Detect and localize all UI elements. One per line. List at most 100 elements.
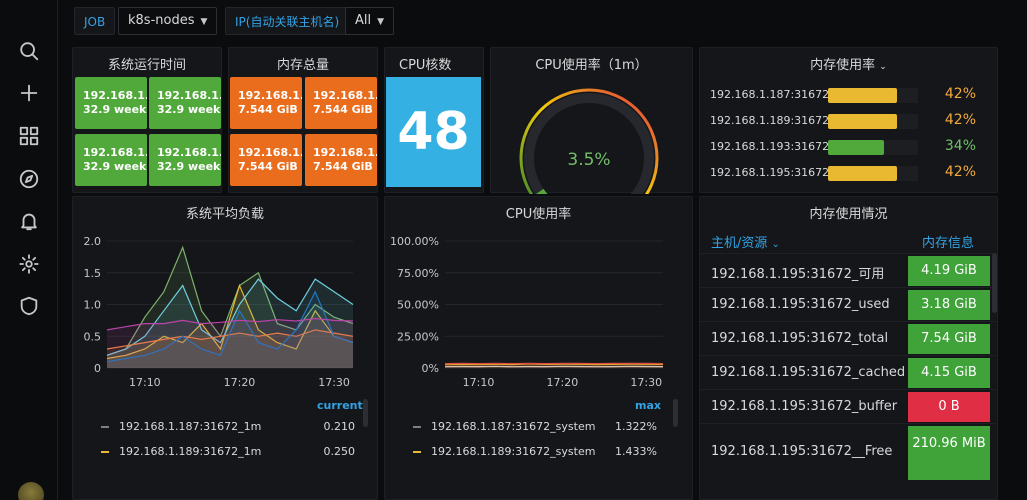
load-chart-panel: 系统平均负载 0 0.5 1.0 1.5 2.0 17:10 17:20 17:30 curr…: [72, 196, 378, 500]
stat-ip: 192.168.1.189: [313, 89, 377, 102]
legend-scrollbar[interactable]: [673, 399, 678, 427]
usage-pct: 42%: [944, 112, 976, 128]
uptime-stat: 192.168.1.18 32.9 week: [75, 77, 147, 129]
search-icon[interactable]: [16, 38, 42, 64]
table-row: 192.168.1.195:31672_total 7.54 GiB: [700, 321, 996, 355]
usage-pct: 42%: [944, 86, 976, 102]
row-value: 3.18 GiB: [908, 290, 990, 320]
legend-name: 192.168.1.187:31672_1m: [119, 420, 262, 433]
sort-chevron-icon: ⌄: [771, 239, 780, 250]
usage-bar: [828, 114, 918, 129]
gauge-track: [524, 92, 654, 194]
job-variable-value: k8s-nodes: [128, 13, 195, 28]
legend-name: 192.168.1.189:31672_system: [431, 445, 596, 458]
stat-value: 7.544 GiB: [238, 103, 298, 116]
table-row: 192.168.1.195:31672_buffer 0 B: [700, 389, 996, 423]
ip-variable-value: All: [355, 13, 372, 28]
panel-title: 内存使用率 ⌄: [700, 54, 997, 73]
row-label: 192.168.1.195:31672_buffer: [711, 399, 898, 414]
stat-ip: 192.168.1.19: [83, 146, 147, 159]
variables-bar: JOB k8s-nodes ▼ IP(自动关联主机名) All ▼: [58, 0, 1027, 44]
job-variable-select[interactable]: k8s-nodes ▼: [118, 7, 218, 35]
memory-usage-row: 192.168.1.187:31672 42%: [710, 83, 990, 107]
legend-item[interactable]: 192.168.1.189:31672_1m 0.250: [101, 445, 355, 461]
stat-ip: 192.168.1.189: [157, 89, 221, 102]
legend-header[interactable]: current: [317, 399, 363, 412]
y-tick-label: 0: [94, 362, 101, 375]
stat-value: 7.544 GiB: [313, 103, 373, 116]
usage-bar-fill: [828, 88, 897, 103]
stat-ip: 192.168.1.18: [83, 89, 147, 102]
avatar[interactable]: [18, 482, 44, 500]
shield-icon[interactable]: [16, 293, 42, 319]
chevron-down-icon: ▼: [377, 17, 385, 27]
table-row: 192.168.1.195:31672_cached 4.15 GiB: [700, 355, 996, 389]
y-tick-label: 1.5: [84, 267, 102, 280]
row-value: 210.96 MiB: [908, 426, 990, 480]
series-area: [107, 318, 353, 368]
sidebar: [0, 0, 58, 500]
legend-item[interactable]: 192.168.1.187:31672_1m 0.210: [101, 420, 355, 436]
memory-total-stat: 192.168.1.189 7.544 GiB: [305, 77, 377, 129]
table-scrollbar[interactable]: [992, 253, 997, 313]
legend-value: 0.210: [323, 420, 356, 433]
x-tick-label: 17:30: [630, 376, 662, 389]
y-tick-label: 2.0: [84, 235, 102, 248]
plus-icon[interactable]: [16, 80, 42, 106]
legend-scrollbar[interactable]: [363, 399, 368, 427]
panel-title: 系统平均负载: [185, 207, 264, 222]
stat-value: 32.9 week: [157, 103, 221, 116]
table-row: 192.168.1.195:31672_可用 4.19 GiB: [700, 253, 996, 287]
column-header-info[interactable]: 内存信息: [922, 232, 974, 251]
row-host: 192.168.1.193:31672: [710, 140, 830, 153]
row-host: 192.168.1.189:31672: [710, 114, 830, 127]
bell-alerting-icon[interactable]: [16, 208, 42, 234]
memory-usage-row: 192.168.1.195:31672 42%: [710, 161, 990, 185]
legend-name: 192.168.1.187:31672_system: [431, 420, 596, 433]
y-tick-label: 1.0: [84, 299, 102, 312]
y-tick-label: 100.00%: [390, 235, 439, 248]
gear-icon[interactable]: [16, 251, 42, 277]
gauge-fill: [536, 188, 548, 194]
stat-ip: 192.168.1.19: [238, 146, 302, 159]
stat-value: 7.544 GiB: [238, 160, 298, 173]
legend-item[interactable]: 192.168.1.187:31672_system 1.322%: [413, 420, 657, 436]
usage-bar-fill: [828, 166, 897, 181]
legend-swatch: [101, 426, 109, 428]
stat-value: 7.544 GiB: [313, 160, 373, 173]
uptime-stat: 192.168.1.195 32.9 week: [149, 134, 221, 186]
x-tick-label: 17:30: [318, 376, 350, 389]
dashboards-icon[interactable]: [16, 123, 42, 149]
cpu-chart[interactable]: 0% 25.00% 50.00% 75.00% 100.00% 17:10 17:20 17:…: [385, 225, 694, 425]
ip-variable-select[interactable]: All ▼: [345, 7, 395, 35]
x-tick-label: 17:20: [224, 376, 256, 389]
stat-value: 32.9 week: [157, 160, 221, 173]
y-tick-label: 25.00%: [397, 330, 439, 343]
column-header-host[interactable]: 主机/资源 ⌄: [711, 232, 780, 251]
row-label: 192.168.1.195:31672__Free: [711, 444, 893, 459]
usage-bar-fill: [828, 140, 884, 155]
gauge-threshold-arc: [519, 88, 659, 194]
legend-name: 192.168.1.189:31672_1m: [119, 445, 262, 458]
row-host: 192.168.1.187:31672: [710, 88, 830, 101]
explore-compass-icon[interactable]: [16, 166, 42, 192]
legend-header[interactable]: max: [635, 399, 661, 412]
row-label: 192.168.1.195:31672_cached: [711, 365, 906, 380]
memory-total-stat: 192.168.1.19 7.544 GiB: [230, 134, 302, 186]
panel-title: CPU使用率: [505, 207, 572, 222]
row-value: 0 B: [908, 392, 990, 422]
y-tick-label: 0.5: [84, 330, 102, 343]
panel-title: 内存使用情况: [809, 207, 888, 222]
table-row: 192.168.1.195:31672_used 3.18 GiB: [700, 287, 996, 321]
gauge-value: 3.5%: [567, 150, 610, 170]
usage-bar: [828, 140, 918, 155]
load-chart[interactable]: 0 0.5 1.0 1.5 2.0 17:10 17:20 17:30: [73, 225, 379, 425]
y-tick-label: 75.00%: [397, 267, 439, 280]
legend-item[interactable]: 192.168.1.189:31672_system 1.433%: [413, 445, 657, 461]
stat-ip: 192.168.1.195: [157, 146, 221, 159]
legend-swatch: [101, 451, 109, 453]
memory-table-panel: 内存使用情况 主机/资源 ⌄ 内存信息 192.168.1.195:31672_…: [699, 196, 998, 500]
panel-title: 系统运行时间: [107, 58, 186, 73]
usage-bar-fill: [828, 114, 897, 129]
row-label: 192.168.1.195:31672_used: [711, 297, 890, 312]
